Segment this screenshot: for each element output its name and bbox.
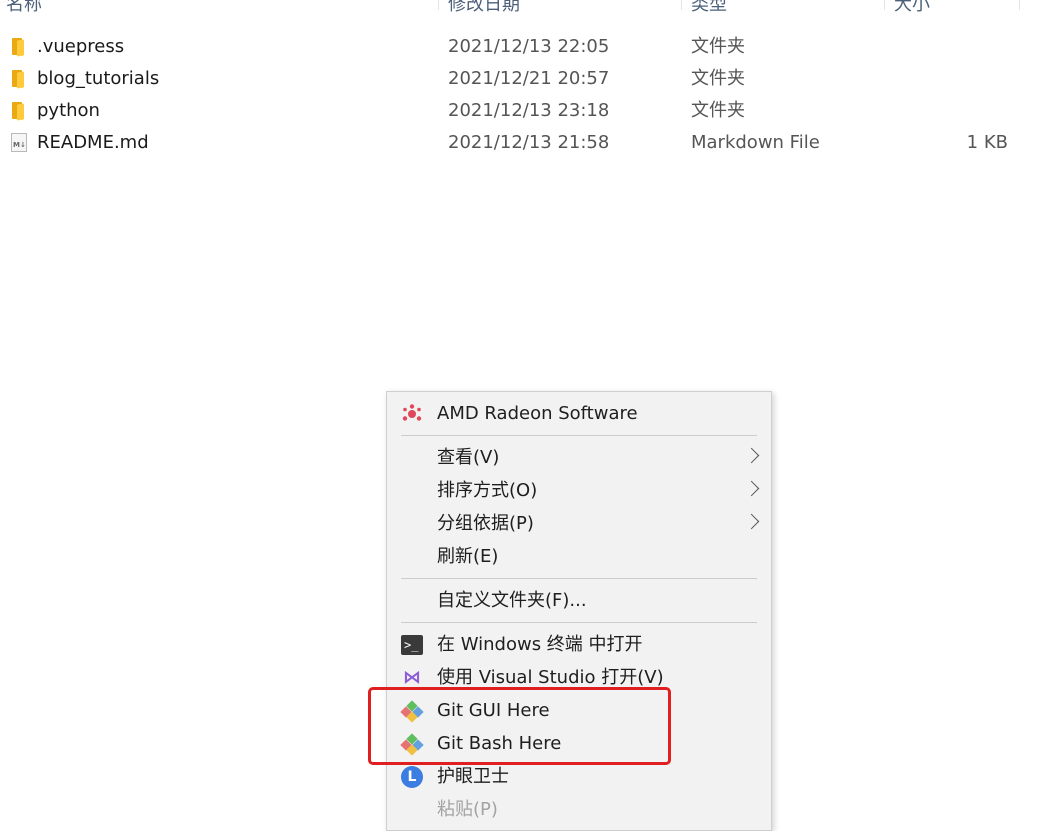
column-header-bar: 名称 修改日期 类型 大小 — [0, 0, 1064, 22]
column-header-size[interactable]: 大小 — [894, 0, 930, 22]
menu-item-refresh[interactable]: 刷新(E) — [387, 540, 771, 573]
menu-item-open-in-terminal[interactable]: >_ 在 Windows 终端 中打开 — [387, 628, 771, 661]
column-divider[interactable] — [1019, 0, 1020, 10]
file-row-readme[interactable]: M↓ README.md 2021/12/13 21:58 Markdown F… — [0, 127, 1020, 159]
file-date: 2021/12/13 21:58 — [448, 132, 610, 153]
visual-studio-icon: ⋈ — [403, 667, 421, 688]
column-header-date[interactable]: 修改日期 — [448, 0, 520, 22]
file-row-vuepress[interactable]: .vuepress 2021/12/13 22:05 文件夹 — [0, 31, 1020, 63]
menu-separator — [401, 622, 757, 623]
folder-icon — [10, 102, 28, 121]
file-name: blog_tutorials — [37, 68, 160, 89]
file-name: .vuepress — [37, 36, 125, 57]
file-date: 2021/12/21 20:57 — [448, 68, 610, 89]
context-menu: AMD Radeon Software 查看(V) 排序方式(O) 分组依据(P… — [386, 391, 772, 831]
menu-item-paste: 粘贴(P) — [387, 793, 771, 826]
terminal-icon: >_ — [401, 635, 423, 655]
folder-icon — [10, 38, 28, 57]
file-date: 2021/12/13 23:18 — [448, 100, 610, 121]
chevron-right-icon — [743, 513, 760, 530]
file-name: python — [37, 100, 100, 121]
file-date: 2021/12/13 22:05 — [448, 36, 610, 57]
menu-item-customize-folder[interactable]: 自定义文件夹(F)... — [387, 584, 771, 617]
markdown-file-icon: M↓ — [11, 133, 27, 152]
file-size: 1 KB — [966, 132, 1008, 153]
menu-item-label: AMD Radeon Software — [437, 403, 638, 424]
column-header-type[interactable]: 类型 — [691, 0, 727, 22]
file-row-python[interactable]: python 2021/12/13 23:18 文件夹 — [0, 95, 1020, 127]
menu-item-label: 在 Windows 终端 中打开 — [437, 634, 643, 655]
file-type: 文件夹 — [691, 100, 745, 121]
menu-item-view[interactable]: 查看(V) — [387, 441, 771, 474]
menu-item-label: 排序方式(O) — [437, 480, 538, 501]
menu-item-group[interactable]: 分组依据(P) — [387, 507, 771, 540]
menu-item-label: 查看(V) — [437, 447, 500, 468]
chevron-right-icon — [743, 480, 760, 497]
menu-separator — [401, 578, 757, 579]
file-type: 文件夹 — [691, 68, 745, 89]
column-divider[interactable] — [681, 0, 682, 10]
column-header-name[interactable]: 名称 — [6, 0, 42, 22]
folder-icon — [10, 70, 28, 89]
chevron-right-icon — [743, 447, 760, 464]
menu-item-amd-radeon[interactable]: AMD Radeon Software — [387, 397, 771, 430]
file-name: README.md — [37, 132, 149, 153]
file-row-blog-tutorials[interactable]: blog_tutorials 2021/12/21 20:57 文件夹 — [0, 63, 1020, 95]
menu-item-label: 自定义文件夹(F)... — [437, 590, 587, 611]
menu-separator — [401, 435, 757, 436]
file-type: Markdown File — [691, 132, 820, 153]
menu-item-label: 分组依据(P) — [437, 513, 534, 534]
menu-item-sort[interactable]: 排序方式(O) — [387, 474, 771, 507]
file-type: 文件夹 — [691, 36, 745, 57]
menu-item-label: 刷新(E) — [437, 546, 499, 567]
column-divider[interactable] — [884, 0, 885, 10]
column-divider[interactable] — [438, 0, 439, 10]
highlight-box — [368, 687, 671, 765]
amd-radeon-icon — [402, 404, 422, 421]
eye-guard-icon: L — [401, 766, 423, 788]
menu-item-label: 粘贴(P) — [437, 799, 498, 820]
